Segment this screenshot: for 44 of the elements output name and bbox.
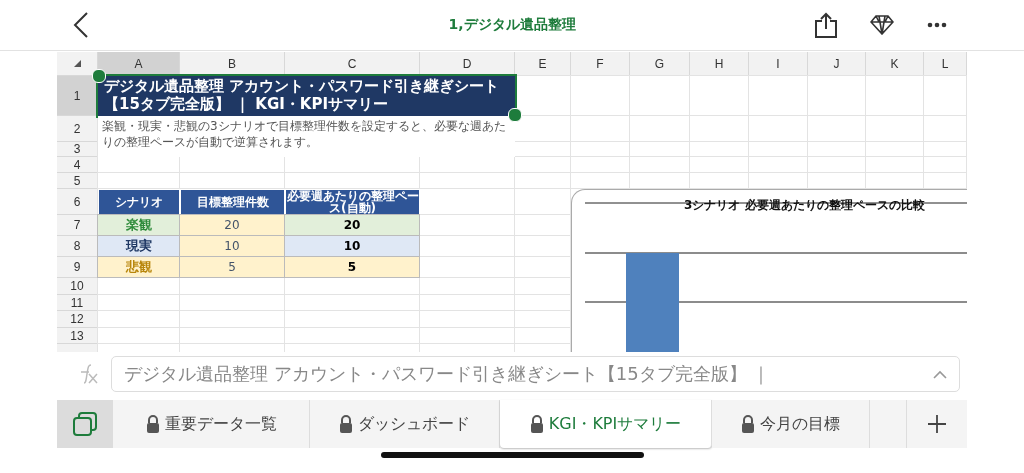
row-header[interactable]: 2: [57, 116, 98, 142]
column-header[interactable]: L: [924, 52, 967, 76]
column-header[interactable]: H: [690, 52, 749, 76]
scenario-cell: 楽観: [97, 214, 180, 236]
table-header: シナリオ: [98, 189, 180, 215]
column-header[interactable]: D: [420, 52, 515, 76]
row-header[interactable]: 6: [57, 189, 98, 215]
row-header[interactable]: 5: [57, 173, 98, 189]
row-header[interactable]: 11: [57, 295, 98, 311]
column-header[interactable]: G: [630, 52, 690, 76]
pace-cell: 5: [284, 256, 420, 278]
row-header[interactable]: 10: [57, 278, 98, 295]
row-header[interactable]: 7: [57, 215, 98, 236]
target-cell: 5: [179, 256, 285, 278]
target-cell: 20: [179, 214, 285, 236]
pace-cell: 20: [284, 214, 420, 236]
column-header[interactable]: C: [285, 52, 420, 76]
row-header[interactable]: 1: [57, 76, 98, 116]
scenario-cell: 悲観: [97, 256, 180, 278]
row-header[interactable]: 13: [57, 328, 98, 344]
row-header[interactable]: 9: [57, 257, 98, 278]
column-header[interactable]: B: [180, 52, 285, 76]
row-header[interactable]: 8: [57, 236, 98, 257]
document-title: 1,デジタル遺品整理: [448, 16, 576, 32]
column-header[interactable]: E: [515, 52, 571, 76]
column-header[interactable]: I: [749, 52, 808, 76]
row-header[interactable]: 4: [57, 157, 98, 173]
column-header[interactable]: K: [866, 52, 924, 76]
pace-cell: 10: [284, 235, 420, 257]
scenario-cell: 現実: [97, 235, 180, 257]
column-header[interactable]: F: [571, 52, 630, 76]
sheet-tab[interactable]: KGI・KPIサマリー: [500, 400, 712, 448]
row-header[interactable]: 3: [57, 142, 98, 157]
column-header[interactable]: A: [98, 52, 180, 76]
row-header[interactable]: 12: [57, 311, 98, 328]
column-header[interactable]: J: [808, 52, 866, 76]
formula-field[interactable]: デジタル遺品整理 アカウント・パスワード引き継ぎシート【15タブ完全版】 ｜: [111, 356, 960, 392]
chart-title: 3シナリオ 必要週あたりの整理ペースの比較: [684, 197, 925, 214]
description-text: 楽観・現実・悲観の3シナリオで目標整理件数を設定すると、必要な週あたりの整理ペースが自動で逆算されます。: [98, 116, 515, 157]
table-header: 目標整理件数: [180, 189, 285, 215]
title-cell[interactable]: デジタル遺品整理 アカウント・パスワード引き継ぎシート【15タブ完全版】 ｜ KGI・KPIサマリー: [98, 76, 515, 116]
target-cell: 10: [179, 235, 285, 257]
chart-panel[interactable]: 3シナリオ 必要週あたりの整理ペースの比較: [571, 189, 967, 352]
table-header: 必要週あたりの整理ペース(自動): [285, 189, 420, 215]
